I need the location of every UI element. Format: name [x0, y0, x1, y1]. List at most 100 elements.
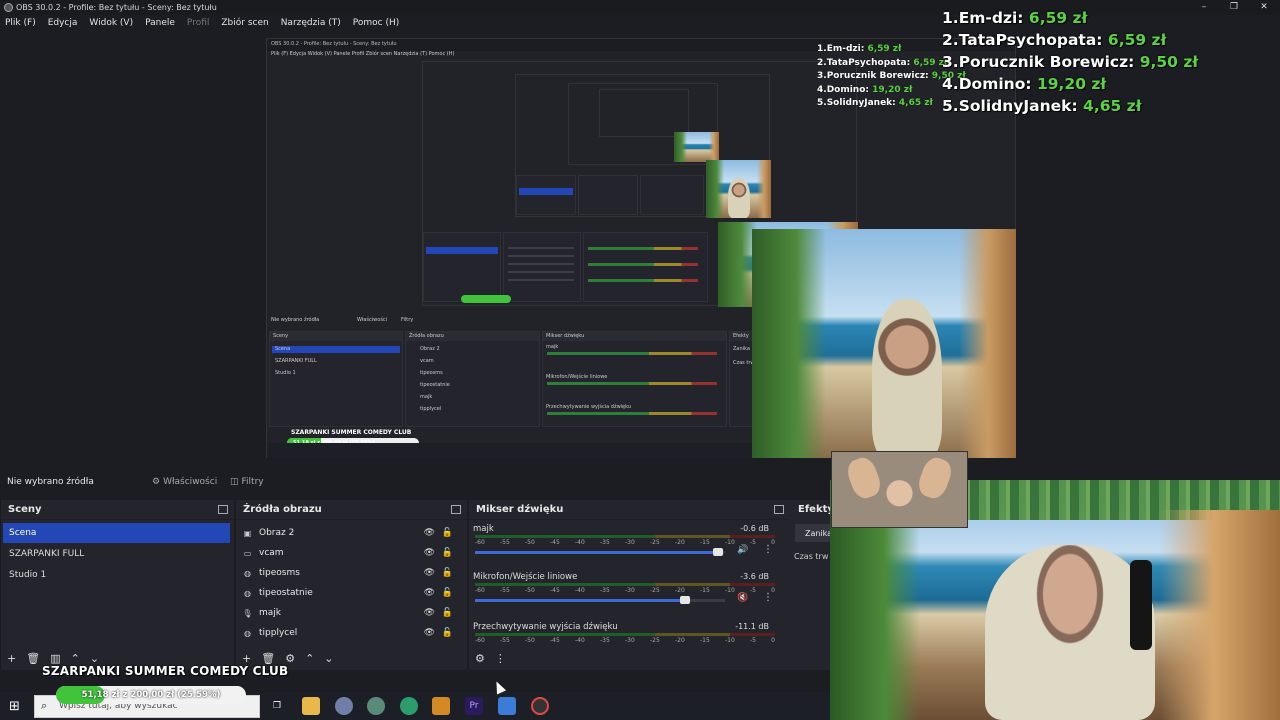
eye-icon[interactable]: 👁 — [424, 588, 435, 598]
app-icon[interactable] — [335, 697, 353, 715]
reaction-image — [831, 451, 968, 528]
leader-row-2: 2.TataPsychopata: 6,59 zł — [942, 31, 1167, 49]
nested-mixer-1: Mikser dźwięku majk Mikrofon/Wejście lin… — [542, 331, 727, 427]
source-name: Obraz 2 — [259, 528, 295, 538]
volume-slider-handle[interactable] — [712, 548, 723, 556]
move-up-icon[interactable]: ⌃ — [305, 652, 314, 665]
muted-speaker-icon[interactable]: 🔇 — [737, 593, 748, 603]
obs-icon[interactable] — [531, 697, 549, 715]
menu-profile[interactable]: Profil — [187, 18, 209, 28]
track-volume: -3.6 dB — [740, 572, 769, 581]
volume-slider[interactable] — [475, 551, 725, 554]
scene-filters-icon[interactable]: ▥ — [50, 652, 60, 665]
more-options-icon[interactable]: ⋮ — [763, 592, 773, 603]
nested-scene-3: Studio 1 — [275, 370, 296, 376]
move-down-icon[interactable]: ⌄ — [324, 652, 333, 665]
source-item[interactable]: 🎙 majk 👁 🔓 — [242, 603, 461, 623]
task-view-icon[interactable]: ❐ — [268, 697, 286, 715]
search-icon: ⌕ — [41, 699, 48, 712]
nested-scenes-2 — [423, 232, 501, 302]
gear-icon: ⚙ — [152, 477, 161, 487]
eye-icon[interactable]: 👁 — [424, 528, 435, 538]
nested-obs-level-3 — [515, 74, 771, 218]
volume-slider-handle[interactable] — [680, 596, 690, 604]
audio-settings-icon[interactable]: ⚙ — [475, 652, 485, 665]
add-scene-button[interactable]: + — [7, 652, 16, 665]
source-item[interactable]: ◍ tipeosms 👁 🔓 — [242, 563, 461, 583]
menu-file[interactable]: Plik (F) — [5, 18, 36, 28]
source-item[interactable]: ◍ tipplycel 👁 🔓 — [242, 623, 461, 643]
nested-scenes-1: Sceny Scena SZARPANKI FULL Studio 1 — [269, 331, 403, 427]
donation-leaderboard: 1.Em-dzi: 6,59 zł 2.TataPsychopata: 6,59… — [942, 7, 1198, 117]
nested-sources-2 — [503, 232, 581, 302]
preview-canvas[interactable]: OBS 30.0.2 - Profile: Bez tytułu - Sceny… — [266, 38, 1016, 458]
app-icon[interactable] — [432, 697, 450, 715]
nested-scene-1: Scena — [275, 346, 291, 352]
nested-scenes-title: Sceny — [270, 332, 402, 341]
app-icon[interactable] — [498, 697, 516, 715]
menu-edit[interactable]: Edycja — [48, 18, 78, 28]
close-button[interactable]: ✕ — [1249, 0, 1279, 15]
image-icon: ▣ — [243, 528, 252, 538]
filters-button[interactable]: ◫ Filtry — [225, 474, 269, 490]
app-icon[interactable] — [367, 697, 385, 715]
nested-title: OBS 30.0.2 - Profile: Bez tytułu - Sceny… — [271, 41, 397, 47]
track-name: Mikrofon/Wejście liniowe — [473, 572, 578, 582]
lock-icon[interactable]: 🔓 — [442, 568, 453, 578]
scene-item-scena[interactable]: Scena — [3, 523, 230, 543]
more-options-icon[interactable]: ⋮ — [495, 652, 506, 665]
menu-view[interactable]: Widok (V) — [89, 18, 133, 28]
scene-item-szarpanki-full[interactable]: SZARPANKI FULL — [3, 544, 230, 564]
browser-icon: ◍ — [244, 568, 251, 578]
speaker-icon[interactable]: 🔊 — [737, 545, 748, 555]
menu-tools[interactable]: Narzędzia (T) — [281, 18, 341, 28]
premiere-icon[interactable]: Pr — [465, 697, 483, 715]
lock-icon[interactable]: 🔓 — [442, 588, 453, 598]
lock-icon[interactable]: 🔓 — [442, 548, 453, 558]
add-source-button[interactable]: + — [242, 652, 251, 665]
gear-icon[interactable]: ⚙ — [285, 652, 295, 665]
source-name: tipeostatnie — [259, 588, 313, 598]
edge-icon[interactable] — [400, 697, 418, 715]
trash-icon[interactable]: 🗑 — [26, 652, 40, 665]
eye-icon[interactable]: 👁 — [424, 548, 435, 558]
source-item[interactable]: ▣ Obraz 2 👁 🔓 — [242, 523, 461, 543]
mixer-track-desktop: Przechwytywanie wyjścia dźwięku -11.1 dB… — [473, 622, 777, 648]
sources-header: Źródła obrazu — [236, 500, 467, 520]
window-title: OBS 30.0.2 - Profile: Bez tytułu - Sceny… — [16, 3, 217, 12]
eye-icon[interactable]: 👁 — [424, 568, 435, 578]
file-explorer-icon[interactable] — [302, 697, 320, 715]
transition-select[interactable]: Zanika — [795, 524, 835, 542]
source-item[interactable]: ◍ tipeostatnie 👁 🔓 — [242, 583, 461, 603]
trash-icon[interactable]: 🗑 — [261, 652, 275, 665]
more-options-icon[interactable]: ⋮ — [763, 544, 773, 555]
menu-help[interactable]: Pomoc (H) — [353, 18, 400, 28]
undock-icon[interactable] — [774, 505, 784, 514]
nested-effects-button: Zanika — [733, 346, 750, 352]
move-down-icon[interactable]: ⌄ — [90, 652, 99, 665]
undock-icon[interactable] — [451, 505, 461, 514]
eye-icon[interactable]: 👁 — [424, 608, 435, 618]
move-up-icon[interactable]: ⌃ — [71, 652, 80, 665]
lock-icon[interactable]: 🔓 — [442, 528, 453, 538]
windows-start-icon[interactable]: ⊞ — [9, 699, 20, 714]
properties-button[interactable]: ⚙ Właściwości — [147, 474, 222, 490]
scene-item-studio-1[interactable]: Studio 1 — [3, 565, 230, 585]
menu-scene-collection[interactable]: Zbiór scen — [221, 18, 268, 28]
nested-source-4: tipeostatnie — [420, 382, 450, 388]
undock-icon[interactable] — [218, 505, 228, 514]
source-item[interactable]: ▭ vcam 👁 🔓 — [242, 543, 461, 563]
menu-docks[interactable]: Panele — [145, 18, 175, 28]
nested-menu: Plik (F) Edycja Widok (V) Panele Profil … — [271, 51, 455, 57]
track-volume: -0.6 dB — [740, 524, 769, 533]
eye-icon[interactable]: 👁 — [424, 628, 435, 638]
source-status: Nie wybrano źródła — [0, 472, 830, 492]
mixer-track-mic: Mikrofon/Wejście liniowe -3.6 dB -60 -55-… — [473, 572, 777, 612]
maximize-button[interactable]: ❐ — [1219, 0, 1249, 15]
volume-meter — [475, 633, 775, 636]
camera-icon: ▭ — [243, 548, 252, 558]
lock-icon[interactable]: 🔓 — [442, 628, 453, 638]
volume-meter — [475, 583, 775, 586]
lock-icon[interactable]: 🔓 — [442, 608, 453, 618]
nested-person-1 — [872, 299, 942, 458]
